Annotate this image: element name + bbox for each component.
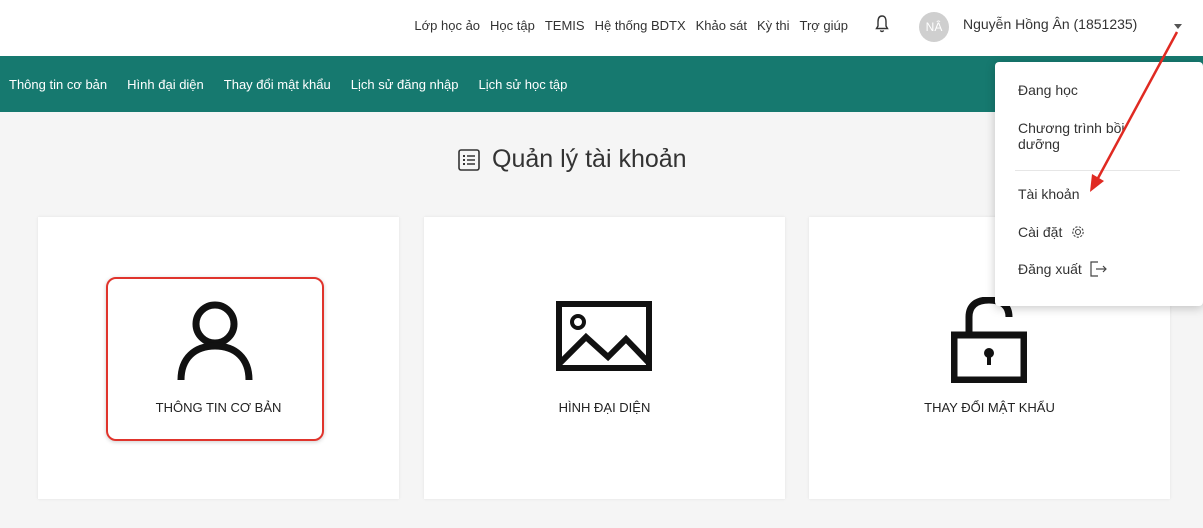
tab-avatar[interactable]: Hình đại diện [127,77,204,92]
menu-item-training-program[interactable]: Chương trình bồi dưỡng [1018,120,1158,152]
image-icon [556,301,652,371]
tab-basic-info[interactable]: Thông tin cơ bản [9,77,107,92]
menu-item-logout[interactable]: Đăng xuất [1018,261,1108,277]
nav-link-survey[interactable]: Khảo sát [696,18,747,33]
list-icon [458,148,480,171]
menu-item-settings[interactable]: Cài đặt [1018,224,1086,240]
page-title: Quản lý tài khoản [458,145,687,174]
top-navigation: Lớp học ảo Học tập TEMIS Hệ thống BDTX K… [0,0,1203,56]
user-icon [177,301,253,381]
chevron-down-icon[interactable] [1174,24,1182,29]
tab-learning-history[interactable]: Lịch sử học tập [478,77,567,92]
tab-login-history[interactable]: Lịch sử đăng nhập [351,77,459,92]
nav-link-learning[interactable]: Học tập [490,18,535,33]
gear-icon [1072,226,1085,238]
card-label: HÌNH ĐẠI DIỆN [558,400,651,415]
card-label: THÔNG TIN CƠ BẢN [155,400,282,415]
tab-change-password[interactable]: Thay đổi mật khẩu [224,77,331,92]
nav-link-virtual-class[interactable]: Lớp học ảo [414,18,480,33]
menu-divider [1015,170,1180,171]
top-nav-links: Lớp học ảo Học tập TEMIS Hệ thống BDTX K… [414,18,848,33]
card-basic-info[interactable]: THÔNG TIN CƠ BẢN [38,217,399,499]
menu-item-label: Đăng xuất [1018,261,1082,277]
nav-link-temis[interactable]: TEMIS [545,18,585,33]
menu-item-label: Cài đặt [1018,224,1063,240]
card-avatar[interactable]: HÌNH ĐẠI DIỆN [424,217,785,499]
card-label: THAY ĐỔI MẬT KHẨU [924,400,1055,415]
user-dropdown-menu: Đang học Chương trình bồi dưỡng Tài khoả… [995,62,1203,306]
nav-link-bdtx[interactable]: Hệ thống BDTX [595,18,686,33]
menu-item-studying[interactable]: Đang học [1018,82,1078,98]
menu-item-label: Chương trình bồi dưỡng [1018,120,1125,152]
menu-item-label: Tài khoản [1018,186,1080,202]
username-menu[interactable]: Nguyễn Hồng Ân (1851235) [963,16,1137,32]
nav-link-exam[interactable]: Kỳ thi [757,18,790,33]
nav-link-help[interactable]: Trợ giúp [799,18,848,33]
logout-icon [1090,261,1107,277]
avatar[interactable]: NÂ [919,12,949,42]
menu-item-label: Đang học [1018,82,1078,98]
bell-icon[interactable] [874,14,890,34]
page-title-text: Quản lý tài khoản [492,145,687,173]
menu-item-account[interactable]: Tài khoản [1018,186,1079,202]
lock-icon [951,297,1027,383]
